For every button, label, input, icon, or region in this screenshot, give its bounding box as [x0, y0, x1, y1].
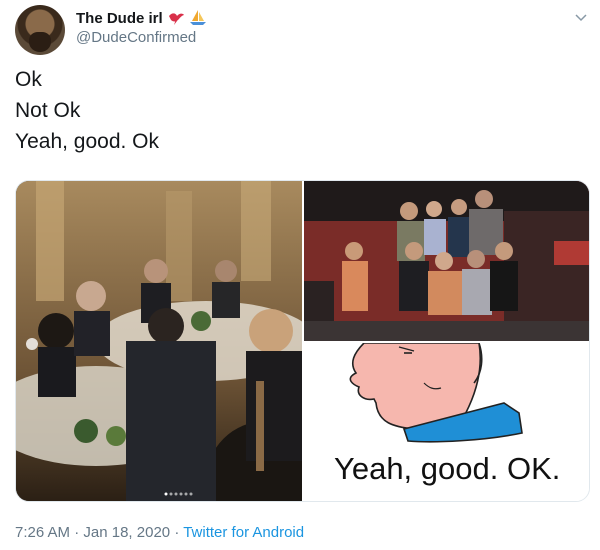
author-handle[interactable]: @DudeConfirmed: [76, 29, 196, 46]
tweet-line: Ok: [15, 68, 42, 91]
media-grid: Yeah, good. OK.: [15, 180, 590, 502]
footer-separator: ·: [74, 524, 80, 541]
tweet-date[interactable]: Jan 18, 2020: [83, 524, 170, 541]
banquet-photo[interactable]: [16, 181, 302, 501]
sailboat-emoji-icon: [189, 10, 206, 25]
meme-illustration[interactable]: Yeah, good. OK.: [304, 343, 589, 501]
avatar[interactable]: [15, 5, 65, 55]
tweet-card: The Dude irl @DudeConfirmed Ok Not Ok Ye…: [0, 0, 600, 550]
chevron-down-icon[interactable]: [573, 9, 589, 25]
tweet-line: Yeah, good. Ok: [15, 130, 160, 153]
author-name-row[interactable]: The Dude irl: [76, 8, 207, 28]
display-name[interactable]: The Dude irl: [76, 10, 163, 27]
tweet-source-link[interactable]: Twitter for Android: [183, 524, 304, 541]
meme-caption: Yeah, good. OK.: [334, 451, 561, 486]
group-photo[interactable]: [304, 181, 589, 341]
tweet-line: Not Ok: [15, 99, 81, 122]
footer-separator: ·: [174, 524, 180, 541]
bird-emoji-icon: [168, 13, 184, 25]
tweet-footer: 7:26 AM · Jan 18, 2020 · Twitter for And…: [15, 524, 304, 541]
tweet-text: Ok Not Ok Yeah, good. Ok: [15, 64, 159, 157]
tweet-time[interactable]: 7:26 AM: [15, 524, 70, 541]
